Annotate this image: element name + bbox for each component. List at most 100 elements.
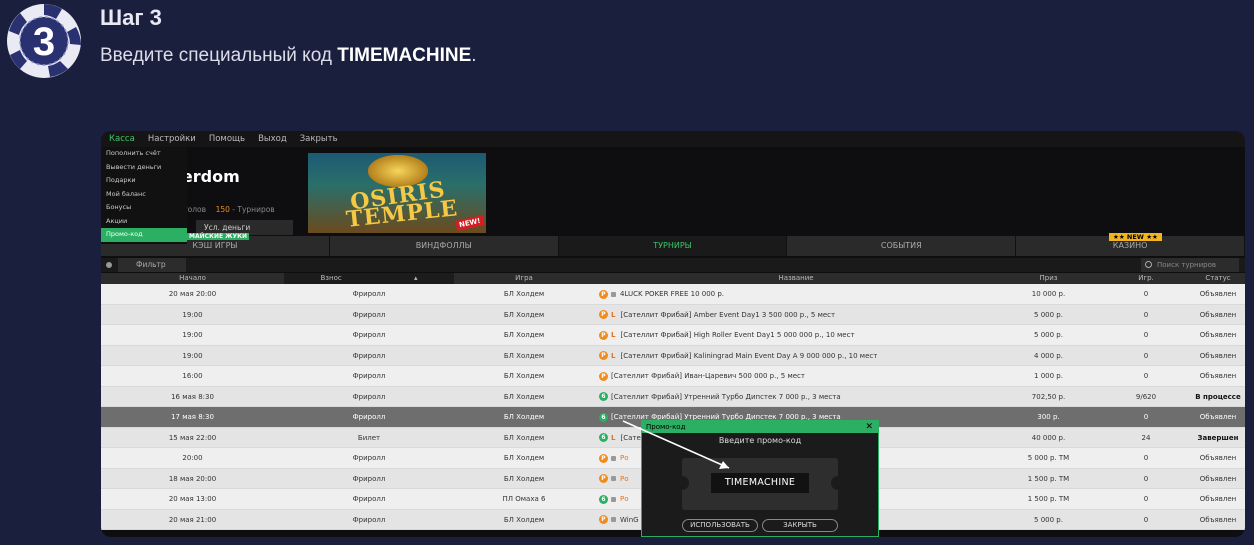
col-prize[interactable]: Приз xyxy=(996,273,1101,284)
row-players: 0 xyxy=(1143,310,1149,319)
row-name-text: [Сателлит Фрибай] Amber Event Day1 3 500… xyxy=(620,310,836,319)
row-start: 20 мая 13:00 xyxy=(168,495,217,503)
lock-icon xyxy=(611,496,616,502)
pokerdom-icon: Р xyxy=(599,453,608,463)
row-fee: Фриролл xyxy=(352,413,386,421)
row-status: Объявлен xyxy=(1199,310,1237,319)
col-name[interactable]: Название xyxy=(596,273,996,284)
row-prize: 5 000 р. ТМ xyxy=(1027,454,1070,462)
col-status[interactable]: Статус xyxy=(1191,273,1245,284)
promo-dialog-header: Промо-код ✕ xyxy=(642,421,878,433)
turbo-icon: 6 xyxy=(599,392,608,401)
close-button[interactable]: ЗАКРЫТЬ xyxy=(762,519,838,532)
promo-code-input[interactable]: TIMEMACHINE xyxy=(711,473,809,493)
menu-settings[interactable]: Настройки xyxy=(148,131,196,147)
game-banner[interactable]: OSIRIS TEMPLE NEW! xyxy=(308,153,486,233)
dropdown-bonuses[interactable]: Бонусы xyxy=(101,201,187,215)
row-name-text: WinG xyxy=(620,515,639,524)
tab-events[interactable]: СОБЫТИЯ xyxy=(787,236,1017,256)
row-prize: 5 000 р. xyxy=(1034,515,1063,524)
row-status: Объявлен xyxy=(1199,331,1237,339)
row-game: БЛ Холдем xyxy=(503,433,545,442)
col-fee[interactable]: Взнос ▴ xyxy=(284,273,454,284)
row-game: БЛ Холдем xyxy=(503,515,545,524)
promo-prompt: Введите промо-код xyxy=(718,436,802,445)
step-number: 3 xyxy=(33,20,55,64)
row-fee: Фриролл xyxy=(352,351,386,360)
row-players: 0 xyxy=(1143,331,1149,339)
row-fee: Фриролл xyxy=(352,515,386,524)
col-start[interactable]: Начало xyxy=(101,273,284,284)
row-fee: Фриролл xyxy=(352,454,386,462)
promo-tag: МАЙСКИЕ ЖУКИ xyxy=(187,233,250,240)
table-row[interactable]: 19:00 Фриролл БЛ Холдем Р L [Сателлит Фрибай… xyxy=(101,345,1245,367)
row-prize: 10 000 р. xyxy=(1031,290,1066,298)
row-name-text: Ро xyxy=(620,454,629,462)
dropdown-deposit[interactable]: Пополнить счёт xyxy=(101,147,187,161)
dropdown-withdraw[interactable]: Вывести деньги xyxy=(101,161,187,175)
col-game[interactable]: Игра xyxy=(454,273,594,284)
turbo-icon: 6 xyxy=(599,433,608,442)
tab-windfalls[interactable]: ВИНДФОЛЛЫ xyxy=(329,236,559,256)
filter-button[interactable]: Фильтр xyxy=(118,258,186,272)
lock-icon xyxy=(611,476,616,481)
instruction-period: . xyxy=(471,45,477,66)
row-game: БЛ Холдем xyxy=(503,290,545,298)
dropdown-balance[interactable]: Мой баланс xyxy=(101,188,187,202)
tab-tournaments[interactable]: ТУРНИРЫ xyxy=(558,236,788,256)
row-fee: Билет xyxy=(357,433,381,442)
search-input[interactable]: Поиск турниров xyxy=(1141,258,1239,272)
row-players: 0 xyxy=(1143,454,1149,462)
row-name: Р L [Сателлит Фрибай] Kaliningrad Main Eve… xyxy=(596,346,996,367)
lock-icon xyxy=(611,291,616,297)
lock-icon xyxy=(611,517,616,522)
row-status: Завершен xyxy=(1197,433,1239,442)
poker-client-screenshot: Касса Настройки Помощь Выход Закрыть Pok… xyxy=(101,131,1245,537)
col-players[interactable]: Игр. xyxy=(1101,273,1191,284)
table-row[interactable]: 19:00 Фриролл БЛ Холдем Р L [Сателлит Фрибай… xyxy=(101,304,1245,326)
row-fee: Фриролл xyxy=(352,372,386,380)
dropdown-promotions[interactable]: Акции xyxy=(101,215,187,229)
row-players: 0 xyxy=(1143,372,1149,380)
pokerdom-icon: Р xyxy=(599,474,608,483)
filter-dot-icon xyxy=(106,262,112,268)
row-fee: Фриролл xyxy=(352,310,386,319)
row-status: В процессе xyxy=(1195,392,1241,401)
row-players: 0 xyxy=(1143,515,1149,524)
dropdown-promo-code[interactable]: Промо-код xyxy=(101,228,187,242)
row-prize: 1 500 р. ТМ xyxy=(1027,474,1070,483)
row-prize: 1 500 р. ТМ xyxy=(1027,495,1070,503)
step-instruction: Введите специальный код TIMEMACHINE. xyxy=(100,45,477,67)
row-start: 19:00 xyxy=(182,351,203,360)
row-name: Р [Сателлит Фрибай] Иван-Царевич 500 000 … xyxy=(596,366,996,387)
menu-cashier[interactable]: Касса xyxy=(109,131,135,147)
table-row[interactable]: 20 мая 20:00 Фриролл БЛ Холдем Р 4LUCK POKE… xyxy=(101,284,1245,305)
table-row[interactable]: 16:00 Фриролл БЛ Холдем Р [Сателлит Фрибай]… xyxy=(101,366,1245,387)
row-start: 20 мая 20:00 xyxy=(168,290,217,298)
col-fee-label: Взнос xyxy=(320,274,342,282)
row-players: 0 xyxy=(1143,495,1149,503)
row-game: БЛ Холдем xyxy=(503,331,545,339)
filter-bar: Фильтр Поиск турниров xyxy=(101,258,1245,272)
search-placeholder: Поиск турниров xyxy=(1157,261,1217,269)
row-status: Объявлен xyxy=(1199,372,1237,380)
row-start: 16 мая 8:30 xyxy=(171,392,214,401)
row-name-text: 4LUCK POKER FREE 10 000 р. xyxy=(620,290,725,298)
dropdown-gifts[interactable]: Подарки xyxy=(101,174,187,188)
late-reg-icon: L xyxy=(611,310,616,319)
menu-exit[interactable]: Выход xyxy=(258,131,287,147)
row-start: 20:00 xyxy=(182,454,203,462)
row-game: БЛ Холдем xyxy=(503,372,545,380)
menu-close[interactable]: Закрыть xyxy=(300,131,338,147)
use-button[interactable]: ИСПОЛЬЗОВАТЬ xyxy=(682,519,758,532)
row-game: БЛ Холдем xyxy=(503,310,545,319)
close-icon[interactable]: ✕ xyxy=(865,421,873,433)
menu-help[interactable]: Помощь xyxy=(209,131,245,147)
tournaments-count: 150 xyxy=(215,205,230,214)
row-status: Объявлен xyxy=(1199,515,1237,524)
row-players: 0 xyxy=(1143,290,1149,298)
table-row[interactable]: 16 мая 8:30 Фриролл БЛ Холдем 6 [Сателлит Ф… xyxy=(101,386,1245,407)
row-name: Р L [Сателлит Фрибай] Amber Event Day1 3 5… xyxy=(596,305,996,326)
table-row[interactable]: 19:00 Фриролл БЛ Холдем Р L [Сателлит Фрибай… xyxy=(101,325,1245,346)
pokerdom-icon: Р xyxy=(599,330,608,340)
